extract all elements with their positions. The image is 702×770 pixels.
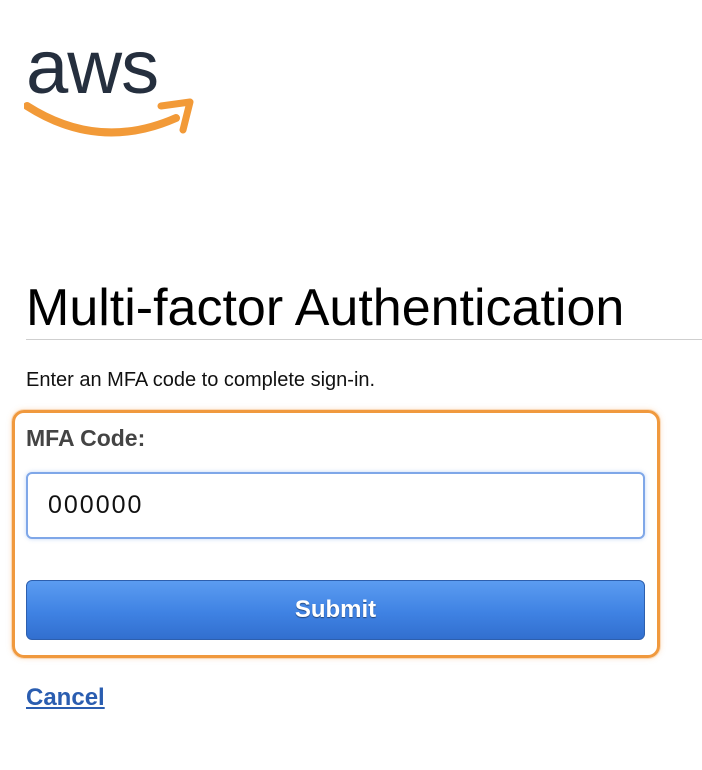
mfa-code-label: MFA Code: [26,425,146,451]
cancel-link[interactable]: Cancel [26,683,105,713]
title-divider [26,339,702,340]
aws-logo: aws [24,30,199,145]
mfa-signin-page: aws Multi-factor Authentication Enter an… [0,0,702,770]
instructions-text: Enter an MFA code to complete sign-in. [26,369,376,391]
submit-button[interactable]: Submit [26,580,645,640]
aws-smile-icon [24,98,194,137]
page-title: Multi-factor Authentication [26,279,625,337]
mfa-code-input[interactable] [26,472,645,539]
